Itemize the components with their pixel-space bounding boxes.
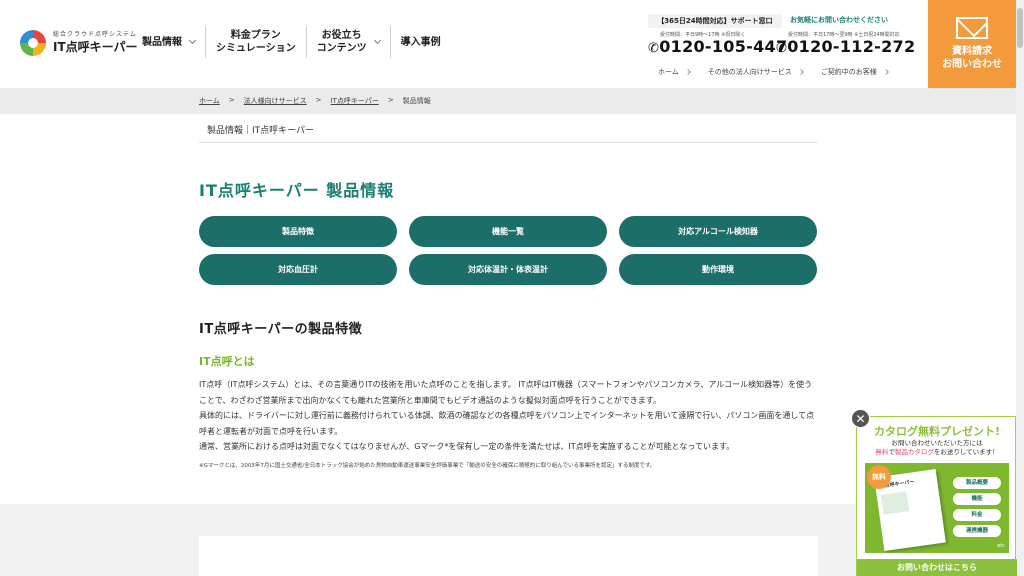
breadcrumb-separator: > xyxy=(315,96,322,104)
sub-link-customers[interactable]: ご契約中のお客様 xyxy=(821,67,889,77)
chevron-right-icon xyxy=(882,69,889,75)
phone-icon: ✆ xyxy=(648,41,660,56)
chevron-down-icon xyxy=(188,36,197,45)
catalog-tag: 連携機器 xyxy=(953,525,1001,537)
tel-block-daytime[interactable]: 受付時間：平日9時〜17時 ※祝日除く ✆0120-105-447 xyxy=(648,31,787,58)
breadcrumb-home[interactable]: ホーム xyxy=(199,96,220,106)
catalog-contact-button[interactable]: お問い合わせはこちら xyxy=(857,559,1017,576)
catalog-description: お問い合わせいただいた方には 無料で製品カタログをお送りしています！ xyxy=(875,439,999,456)
catalog-tag: 機能 xyxy=(953,493,1001,505)
breadcrumb-current: 製品情報 xyxy=(402,97,431,105)
logo-mark-icon xyxy=(20,30,46,56)
breadcrumb: ホーム > 法人様向けサービス > IT点呼キーパー > 製品情報 xyxy=(199,96,431,106)
chevron-right-icon xyxy=(684,69,691,75)
catalog-popup[interactable]: カタログ無料プレゼント! お問い合わせいただいた方には 無料で製品カタログをお送… xyxy=(856,416,1017,576)
nav-button-environment[interactable]: 動作環境 xyxy=(619,254,817,285)
logo[interactable]: 総合クラウド点呼システム IT点呼キーパー xyxy=(20,30,138,56)
nav-case-studies[interactable]: 導入事例 xyxy=(391,26,451,58)
contact-button[interactable]: 資料請求 お問い合わせ xyxy=(928,0,1016,88)
tel-number: 0120-112-272 xyxy=(787,37,916,56)
global-nav: 製品情報 料金プラン シミュレーション お役立ち コンテンツ 導入事例 xyxy=(132,26,451,58)
free-badge: 無料 xyxy=(867,465,891,489)
logo-title: IT点呼キーパー xyxy=(53,40,138,54)
nav-button-functions[interactable]: 機能一覧 xyxy=(409,216,607,247)
close-icon[interactable]: ✕ xyxy=(851,409,870,428)
body-text: IT点呼（IT点呼システム）とは、その言葉通りITの技術を用いた点呼のことを指し… xyxy=(199,377,819,455)
sub-heading: IT点呼とは xyxy=(199,355,255,368)
breadcrumb-it-tenko-keeper[interactable]: IT点呼キーパー xyxy=(331,96,379,106)
paragraph: IT点呼（IT点呼システム）とは、その言葉通りITの技術を用いた点呼のことを指し… xyxy=(199,380,813,405)
sub-link-home[interactable]: ホーム xyxy=(658,67,691,77)
nav-button-thermometers[interactable]: 対応体温計・体表温計 xyxy=(409,254,607,285)
catalog-image: IT点呼キーパー 無料 製品概要 機能 料金 連携機器 etc xyxy=(865,463,1009,553)
nav-button-blood-pressure[interactable]: 対応血圧計 xyxy=(199,254,397,285)
nav-useful-contents[interactable]: お役立ち コンテンツ xyxy=(307,26,391,58)
scrollbar-thumb[interactable] xyxy=(1017,8,1023,48)
tel-block-night[interactable]: 受付時間：平日17時〜翌9時 ※土日祝24時間対応 ✆0120-112-272 xyxy=(776,31,915,58)
breadcrumb-corporate-services[interactable]: 法人様向けサービス xyxy=(244,96,307,106)
support-label: 【365日24時間対応】サポート窓口 xyxy=(648,14,782,28)
support-cta: お気軽にお問い合わせください xyxy=(790,16,888,24)
nav-product-info[interactable]: 製品情報 xyxy=(132,26,206,58)
site-header: 総合クラウド点呼システム IT点呼キーパー 製品情報 料金プラン シミュレーション… xyxy=(0,0,1016,88)
catalog-title: カタログ無料プレゼント! xyxy=(873,425,1001,438)
logo-subtitle: 総合クラウド点呼システム xyxy=(53,31,137,38)
chevron-down-icon xyxy=(373,36,381,45)
section-nav-buttons: 製品特徴 機能一覧 対応アルコール検知器 対応血圧計 対応体温計・体表温計 動作… xyxy=(199,216,818,285)
breadcrumb-bar: ホーム > 法人様向けサービス > IT点呼キーパー > 製品情報 xyxy=(0,88,1016,114)
breadcrumb-separator: > xyxy=(228,96,235,104)
nav-pricing-simulation[interactable]: 料金プラン シミュレーション xyxy=(206,26,307,58)
chevron-right-icon xyxy=(797,69,804,75)
nav-button-alcohol-detectors[interactable]: 対応アルコール検知器 xyxy=(619,216,817,247)
scrollbar[interactable] xyxy=(1016,0,1024,576)
section-heading: IT点呼キーパーの製品特徴 xyxy=(199,322,363,337)
content-card xyxy=(199,536,818,576)
divider xyxy=(199,142,818,143)
paragraph: 通常、営業所における点呼は対面でなくてはなりませんが、Gマーク*を保有し一定の条… xyxy=(199,442,735,451)
phone-icon: ✆ xyxy=(776,41,788,56)
paragraph: 具体的には、ドライバーに対し運行前に義務付けられている体調、飲酒の確認などの各種… xyxy=(199,411,815,436)
page-subtitle: 製品情報｜IT点呼キーパー xyxy=(207,126,315,136)
catalog-tag: 料金 xyxy=(953,509,1001,521)
sub-links: ホーム その他の法人向けサービス ご契約中のお客様 xyxy=(658,67,906,77)
breadcrumb-separator: > xyxy=(387,96,394,104)
catalog-tags: 製品概要 機能 料金 連携機器 xyxy=(953,477,1001,537)
footnote: ※Gマークとは、2003年7月に国土交通省/全日本トラック協会が始めた貨物自動車… xyxy=(199,463,656,469)
nav-button-features[interactable]: 製品特徴 xyxy=(199,216,397,247)
mail-icon xyxy=(956,17,988,39)
sub-link-other-services[interactable]: その他の法人向けサービス xyxy=(708,67,804,77)
tel-number: 0120-105-447 xyxy=(659,37,788,56)
page-title: IT点呼キーパー 製品情報 xyxy=(199,181,395,200)
catalog-tag: 製品概要 xyxy=(953,477,1001,489)
